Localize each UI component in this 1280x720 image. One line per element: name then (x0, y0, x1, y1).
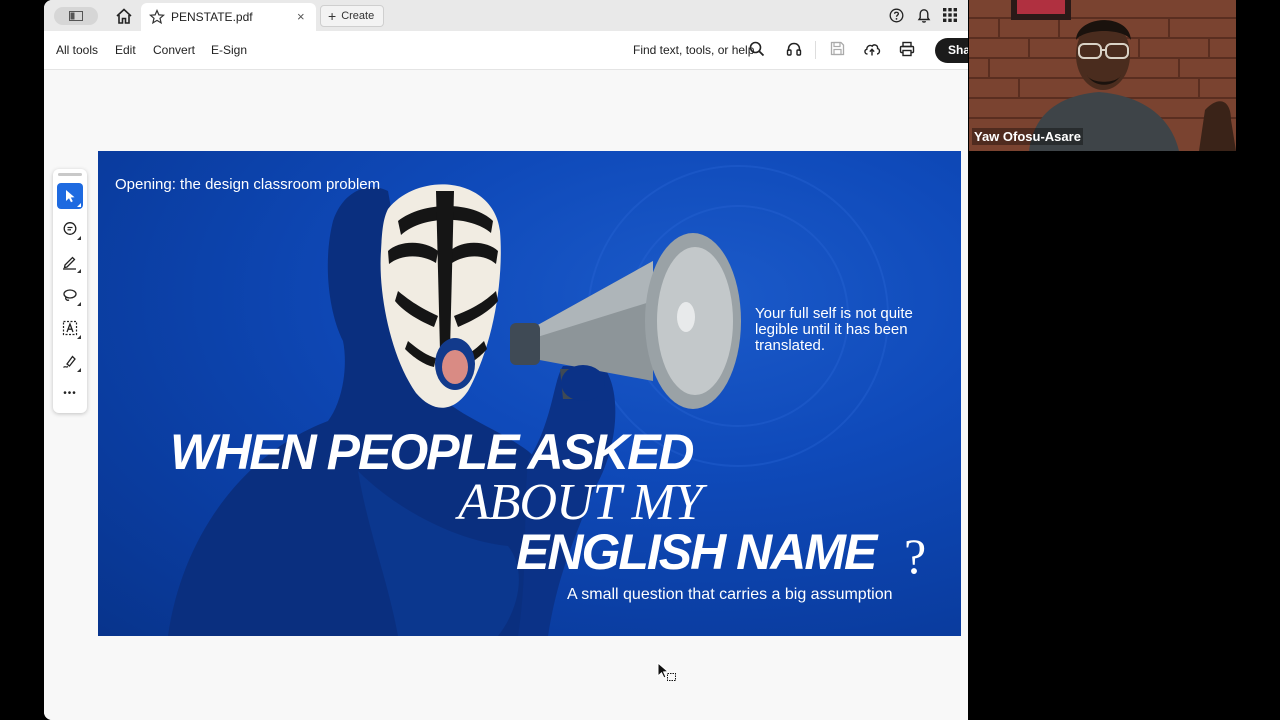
highlight-tool-button[interactable] (57, 249, 83, 275)
slide-headline-line-3: ENGLISH NAME (516, 524, 877, 580)
sidebar-toggle-button[interactable] (54, 7, 98, 25)
mouse-cursor-icon (657, 662, 676, 681)
plus-icon: + (328, 8, 337, 24)
pdf-viewer-window: PENSTATE.pdf × + Create All tools Edit C… (44, 0, 968, 720)
draw-tool-button[interactable] (57, 282, 83, 308)
participant-name-label: Yaw Ofosu-Asare (972, 128, 1083, 145)
tool-options-indicator (77, 236, 81, 240)
document-viewport[interactable]: ••• Opening: the design classroom proble… (44, 70, 968, 720)
search-icon[interactable] (749, 41, 765, 57)
more-tools-button[interactable]: ••• (57, 381, 83, 407)
print-icon[interactable] (899, 41, 915, 57)
participant-video-tile[interactable]: Yaw Ofosu-Asare (969, 0, 1236, 151)
tool-options-indicator (77, 368, 81, 372)
menu-e-sign[interactable]: E-Sign (211, 43, 247, 57)
main-toolbar: All tools Edit Convert E-Sign Find text,… (44, 31, 968, 70)
tool-options-indicator (77, 203, 81, 207)
find-tools-field[interactable]: Find text, tools, or help (633, 43, 754, 57)
sidebar-toggle-icon (69, 11, 83, 21)
share-button[interactable]: Sha (935, 38, 968, 63)
read-aloud-icon[interactable] (786, 41, 802, 57)
create-button[interactable]: + Create (320, 5, 385, 27)
highlight-tool-icon (63, 256, 76, 270)
tab-bar: PENSTATE.pdf × + Create (44, 0, 968, 32)
sign-tool-icon (63, 355, 76, 368)
text-select-tool-button[interactable] (57, 315, 83, 341)
quick-tools-grip[interactable] (58, 173, 82, 176)
help-icon[interactable] (889, 8, 904, 23)
star-icon[interactable] (149, 9, 165, 25)
more-tools-icon: ••• (63, 388, 77, 399)
menu-edit[interactable]: Edit (115, 43, 136, 57)
select-tool-icon (66, 190, 75, 203)
create-button-label: Create (341, 10, 375, 22)
close-tab-icon[interactable]: × (297, 9, 305, 24)
home-button[interactable] (114, 6, 134, 26)
menu-all-tools[interactable]: All tools (56, 43, 98, 57)
tool-options-indicator (77, 302, 81, 306)
slide-kicker-text: Opening: the design classroom problem (115, 176, 381, 193)
bell-icon[interactable] (916, 7, 932, 24)
document-tab-title: PENSTATE.pdf (171, 10, 253, 24)
apps-grid-icon[interactable] (943, 8, 957, 22)
save-icon[interactable] (830, 41, 845, 56)
slide-headline-question-mark: ? (904, 528, 927, 584)
tool-options-indicator (77, 269, 81, 273)
toolbar-divider (815, 41, 816, 59)
text-select-tool-icon (62, 320, 78, 336)
tool-options-indicator (77, 335, 81, 339)
document-tab[interactable]: PENSTATE.pdf × (141, 3, 316, 31)
slide-page: Opening: the design classroom problem Yo… (98, 151, 961, 636)
home-icon (116, 8, 132, 24)
upload-icon[interactable] (863, 41, 881, 57)
sign-tool-button[interactable] (57, 348, 83, 374)
quick-tools-panel: ••• (53, 169, 87, 413)
slide-subtitle-text: A small question that carries a big assu… (567, 586, 893, 603)
menu-convert[interactable]: Convert (153, 43, 195, 57)
comment-tool-icon (63, 222, 77, 235)
select-tool-button[interactable] (57, 183, 83, 209)
draw-tool-icon (63, 289, 77, 301)
slide-quote-text: Your full self is not quite legible unti… (755, 305, 913, 354)
comment-tool-button[interactable] (57, 216, 83, 242)
